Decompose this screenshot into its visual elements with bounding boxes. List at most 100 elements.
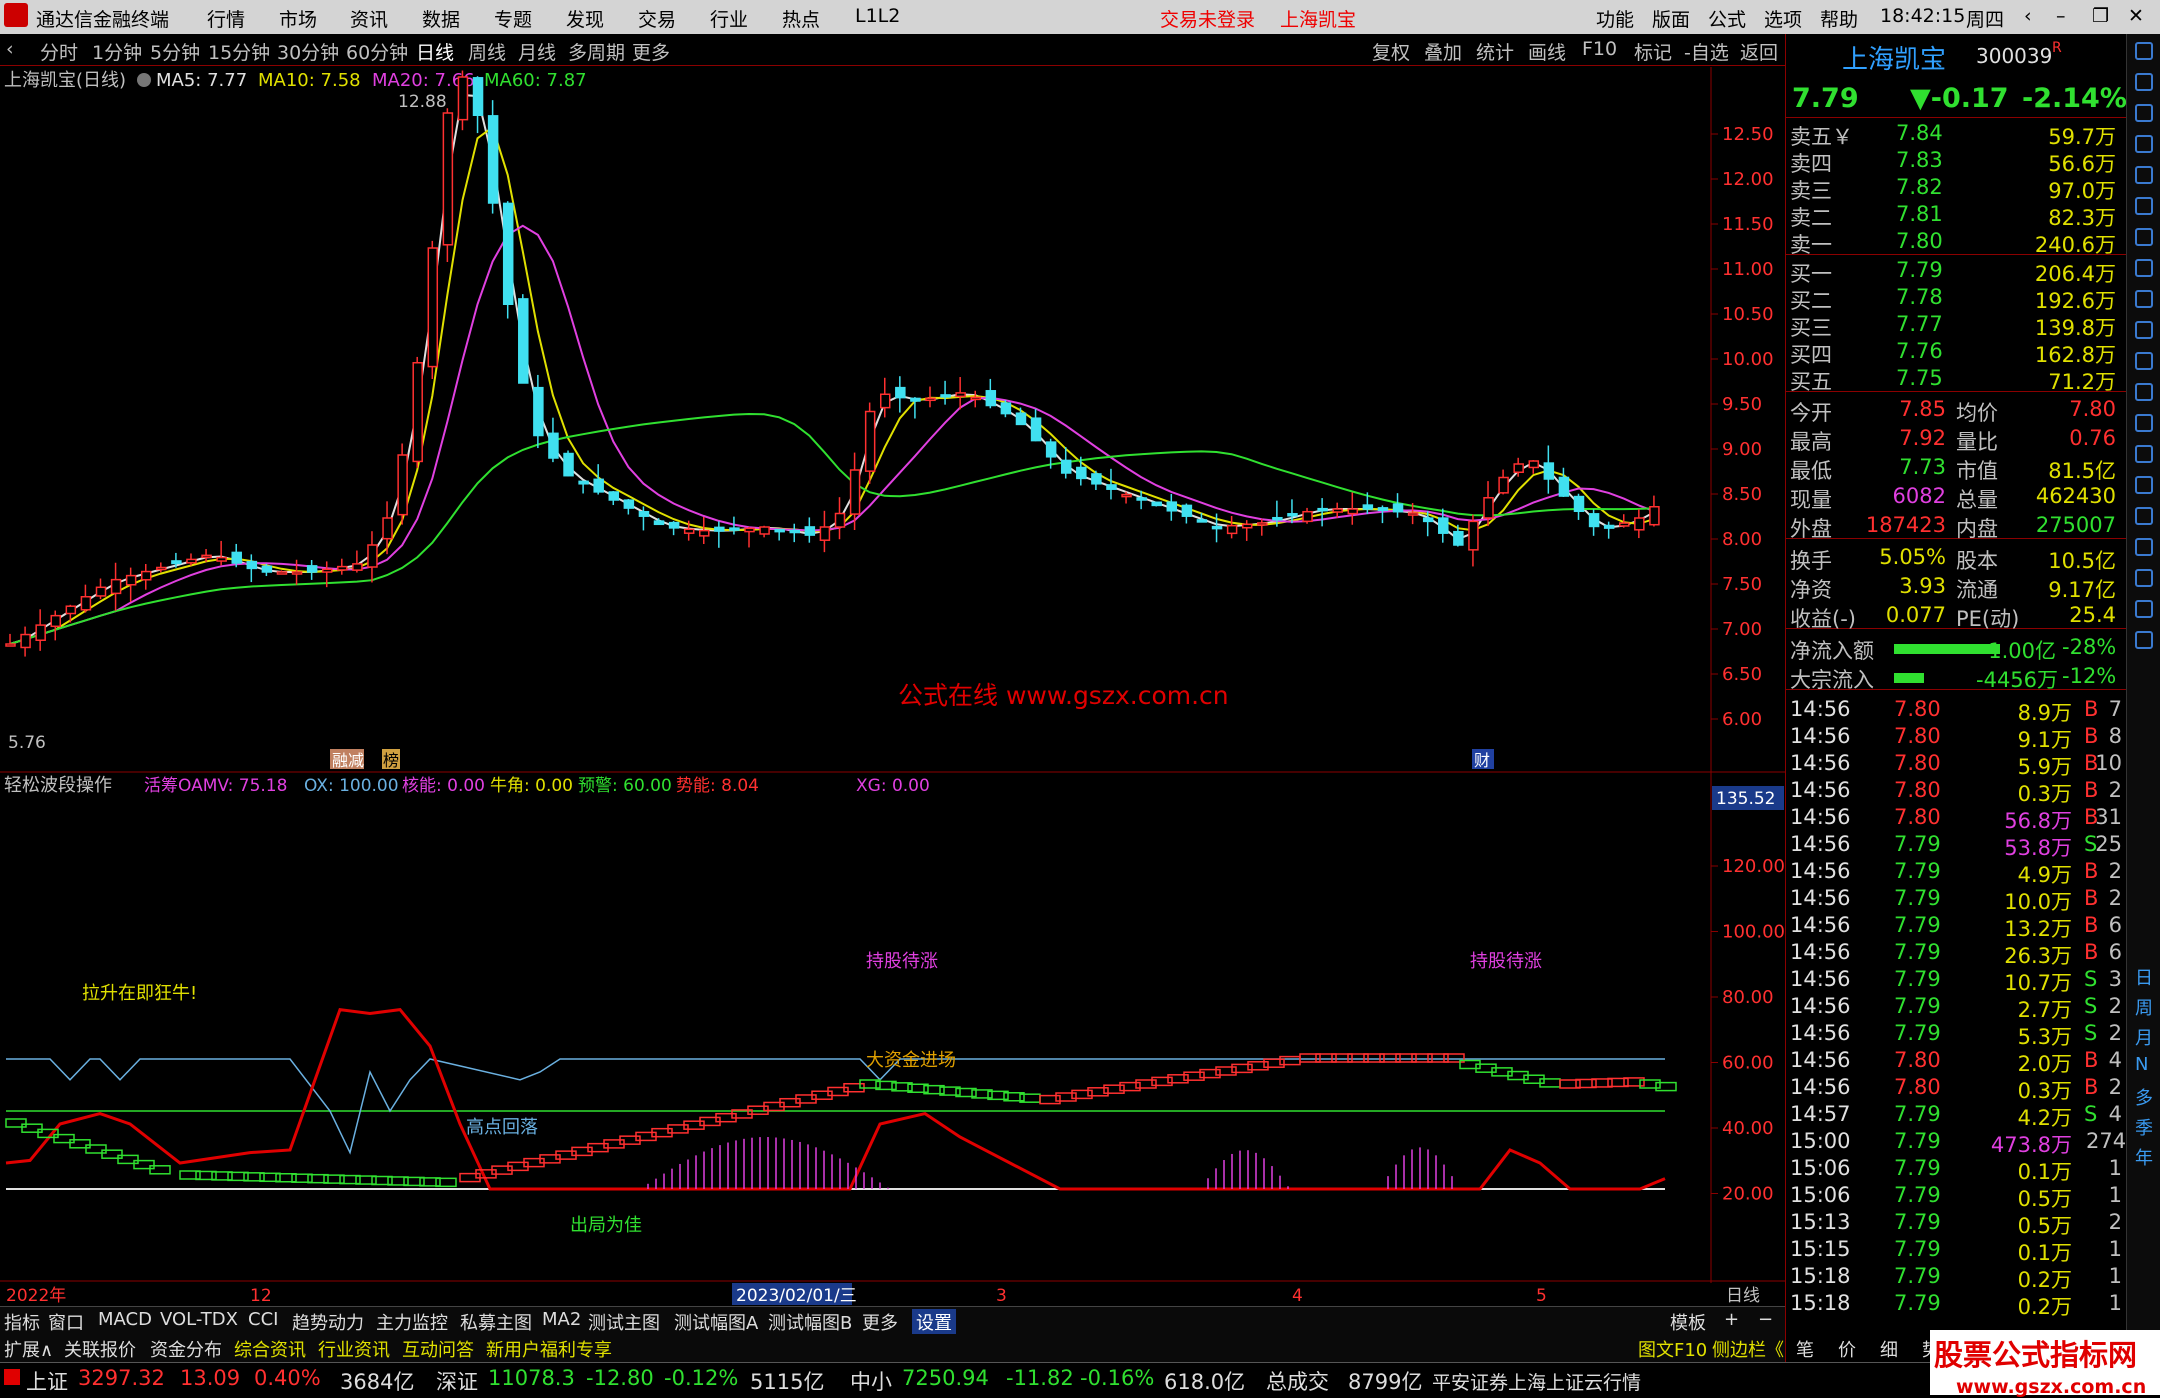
tab-weekly[interactable]: 周线	[468, 38, 506, 65]
menu-banmian[interactable]: 版面	[1652, 5, 1690, 32]
tab-monthly[interactable]: 月线	[518, 38, 556, 65]
close-icon[interactable]: ✕	[2128, 5, 2144, 27]
tab-hudong[interactable]: 互动问答	[402, 1336, 474, 1362]
tab-hangye-zixun[interactable]: 行业资讯	[318, 1336, 390, 1362]
tool-diejia[interactable]: 叠加	[1424, 38, 1462, 65]
period-shortcut-icon[interactable]: 多	[2135, 1084, 2153, 1110]
sidebar-tool-icon[interactable]	[2135, 600, 2153, 618]
chart-settings-icon[interactable]	[137, 73, 151, 87]
sidebar-tool-icon[interactable]	[2135, 197, 2153, 215]
tab-xinyonghu[interactable]: 新用户福利专享	[486, 1336, 612, 1362]
tool-tongji[interactable]: 统计	[1476, 38, 1514, 65]
tab-zonghe[interactable]: 综合资讯	[234, 1336, 306, 1362]
menu-zhuanti[interactable]: 专题	[494, 5, 532, 32]
tab-ceshi-a[interactable]: 测试幅图A	[674, 1309, 758, 1335]
menu-bangzhu[interactable]: 帮助	[1820, 5, 1858, 32]
toolbar-chevron-icon[interactable]: ‹	[6, 38, 14, 60]
tool-f10[interactable]: F10	[1582, 38, 1617, 60]
period-shortcut-icon[interactable]: 月	[2135, 1024, 2153, 1050]
tab-30min[interactable]: 30分钟	[277, 38, 339, 65]
tab-5min[interactable]: 5分钟	[150, 38, 200, 65]
maximize-icon[interactable]: ❐	[2092, 5, 2109, 27]
tab-more[interactable]: 更多	[632, 38, 670, 65]
tab-kuozhan[interactable]: 扩展∧	[4, 1336, 53, 1362]
menu-xuanxiang[interactable]: 选项	[1764, 5, 1802, 32]
tool-huaxian[interactable]: 画线	[1528, 38, 1566, 65]
sidebar-tool-icon[interactable]	[2135, 476, 2153, 494]
tab-cebianlan[interactable]: 侧边栏《	[1712, 1336, 1784, 1362]
sidebar-tool-icon[interactable]	[2135, 42, 2153, 60]
tool-zixuan[interactable]: -自选	[1684, 38, 1729, 65]
sidebar-tool-icon[interactable]	[2135, 321, 2153, 339]
tab-60min[interactable]: 60分钟	[346, 38, 408, 65]
tab-zijin[interactable]: 资金分布	[150, 1336, 222, 1362]
tab-ma2[interactable]: MA2	[542, 1309, 581, 1330]
tab-ceshi-b[interactable]: 测试幅图B	[768, 1309, 852, 1335]
tab-daily[interactable]: 日线	[416, 38, 454, 65]
tab-guanlian[interactable]: 关联报价	[64, 1336, 136, 1362]
sh-label[interactable]: 上证	[26, 1366, 68, 1396]
sidebar-tool-icon[interactable]	[2135, 414, 2153, 432]
sidebar-tool-icon[interactable]	[2135, 538, 2153, 556]
tab-simu[interactable]: 私募主图	[460, 1309, 532, 1335]
menu-redian[interactable]: 热点	[782, 5, 820, 32]
tab-ceshi-zhu[interactable]: 测试主图	[588, 1309, 660, 1335]
zx-label[interactable]: 中小	[850, 1366, 892, 1396]
chart-area[interactable]: 上海凯宝(日线) MA5: 7.77 MA10: 7.58 MA20: 7.66…	[0, 67, 1785, 1306]
tab-macd[interactable]: MACD	[98, 1309, 152, 1330]
sidebar-tool-icon[interactable]	[2135, 259, 2153, 277]
sidebar-tool-icon[interactable]	[2135, 135, 2153, 153]
tab-chuangkou[interactable]: 窗口	[48, 1309, 84, 1335]
sidebar-tool-icon[interactable]	[2135, 383, 2153, 401]
menu-hangye[interactable]: 行业	[710, 5, 748, 32]
tab-multi[interactable]: 多周期	[568, 38, 625, 65]
tab-muban[interactable]: 模板	[1670, 1309, 1706, 1335]
tab-fenshi[interactable]: 分时	[40, 38, 78, 65]
tab-gengduo[interactable]: 更多	[862, 1309, 898, 1335]
indicator-name[interactable]: 轻松波段操作	[4, 775, 112, 796]
tab-vol-tdx[interactable]: VOL-TDX	[160, 1309, 238, 1330]
period-shortcut-icon[interactable]: 年	[2135, 1144, 2153, 1170]
tab-tuwen-f10[interactable]: 图文F10	[1638, 1336, 1707, 1362]
tool-fuquan[interactable]: 复权	[1372, 38, 1410, 65]
trade-status[interactable]: 交易未登录	[1160, 5, 1255, 32]
menu-hangqing[interactable]: 行情	[207, 5, 245, 32]
tab-cci[interactable]: CCI	[248, 1309, 278, 1330]
sidebar-tool-icon[interactable]	[2135, 290, 2153, 308]
period-shortcut-icon[interactable]: N	[2135, 1054, 2148, 1075]
sidebar-tool-icon[interactable]	[2135, 228, 2153, 246]
sidebar-tool-icon[interactable]	[2135, 352, 2153, 370]
sidebar-tool-icon[interactable]	[2135, 445, 2153, 463]
sidebar-tool-icon[interactable]	[2135, 569, 2153, 587]
menu-shuju[interactable]: 数据	[422, 5, 460, 32]
sz-label[interactable]: 深证	[436, 1366, 478, 1396]
stat-row: 最低 7.73 市值 81.5亿	[1786, 454, 2127, 483]
zoom-out-icon[interactable]: −	[1758, 1309, 1773, 1330]
menu-l1l2[interactable]: L1L2	[855, 5, 900, 27]
tool-biaoji[interactable]: 标记	[1634, 38, 1672, 65]
minimize-icon[interactable]: –	[2056, 5, 2066, 27]
tab-zhibiao[interactable]: 指标	[4, 1309, 40, 1335]
period-shortcut-icon[interactable]: 季	[2135, 1114, 2153, 1140]
tab-1min[interactable]: 1分钟	[92, 38, 142, 65]
sidebar-tool-icon[interactable]	[2135, 507, 2153, 525]
menu-zixun[interactable]: 资讯	[350, 5, 388, 32]
zoom-in-icon[interactable]: +	[1724, 1309, 1739, 1330]
menu-faxian[interactable]: 发现	[566, 5, 604, 32]
menu-gongneng[interactable]: 功能	[1596, 5, 1634, 32]
menu-shichang[interactable]: 市场	[279, 5, 317, 32]
period-shortcut-icon[interactable]: 日	[2135, 964, 2153, 990]
tab-15min[interactable]: 15分钟	[208, 38, 270, 65]
menu-gongshi[interactable]: 公式	[1708, 5, 1746, 32]
sidebar-tool-icon[interactable]	[2135, 104, 2153, 122]
period-shortcut-icon[interactable]: 周	[2135, 994, 2153, 1020]
tool-fanhui[interactable]: 返回	[1740, 38, 1778, 65]
tab-shezhi[interactable]: 设置	[912, 1309, 956, 1335]
sidebar-tool-icon[interactable]	[2135, 73, 2153, 91]
sidebar-tool-icon[interactable]	[2135, 166, 2153, 184]
menu-jiaoyi[interactable]: 交易	[638, 5, 676, 32]
tab-qushi[interactable]: 趋势动力	[292, 1309, 364, 1335]
sidebar-tool-icon[interactable]	[2135, 631, 2153, 649]
tab-zhuli[interactable]: 主力监控	[376, 1309, 448, 1335]
back-icon[interactable]: ‹	[2024, 5, 2032, 27]
